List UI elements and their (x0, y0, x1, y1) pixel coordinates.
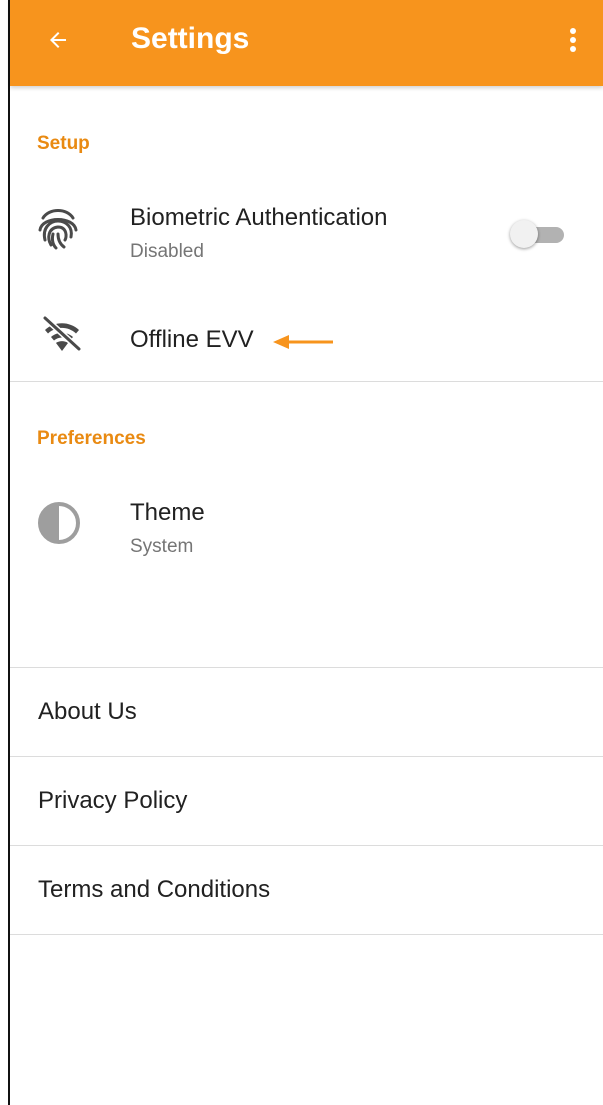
biometric-toggle[interactable] (510, 219, 566, 249)
biometric-authentication-row[interactable]: Biometric Authentication Disabled (10, 190, 603, 280)
theme-row[interactable]: Theme System (10, 485, 603, 575)
more-vert-icon (570, 28, 576, 52)
fingerprint-icon (38, 209, 78, 250)
screen: Settings Setup Biometric Authentication … (8, 0, 603, 1105)
link-label: Privacy Policy (38, 787, 188, 814)
back-button[interactable] (38, 20, 78, 60)
wifi-off-icon (42, 315, 82, 352)
terms-and-conditions-link[interactable]: Terms and Conditions (10, 846, 603, 934)
offline-evv-title: Offline EVV (130, 326, 254, 353)
link-divider (10, 934, 603, 935)
link-label: Terms and Conditions (38, 876, 271, 903)
more-options-button[interactable] (555, 20, 591, 60)
privacy-policy-link[interactable]: Privacy Policy (10, 757, 603, 845)
section-header-setup: Setup (37, 133, 90, 154)
theme-value: System (130, 536, 194, 557)
about-us-link[interactable]: About Us (10, 668, 603, 756)
annotation-arrow-icon (273, 335, 333, 349)
app-bar: Settings (10, 0, 603, 86)
theme-title: Theme (130, 499, 205, 526)
toggle-thumb (510, 220, 538, 248)
biometric-authentication-title: Biometric Authentication (130, 204, 388, 231)
biometric-status: Disabled (130, 241, 204, 262)
section-divider (10, 381, 603, 382)
page-title: Settings (131, 22, 250, 55)
arrow-back-icon (50, 32, 66, 48)
half-circle-theme-icon (38, 502, 80, 544)
link-label: About Us (38, 698, 137, 725)
section-header-preferences: Preferences (37, 428, 146, 449)
